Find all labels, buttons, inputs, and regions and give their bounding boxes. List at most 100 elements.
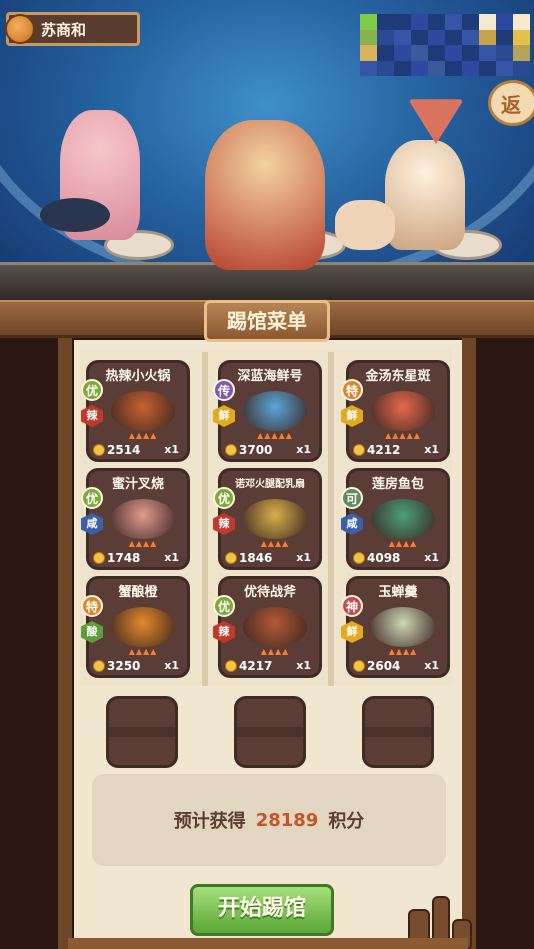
dish-image bbox=[371, 499, 435, 539]
player-name-tag[interactable]: 苏商和 bbox=[5, 12, 140, 46]
dish-image bbox=[111, 499, 175, 539]
reward-points: 28189 bbox=[255, 809, 319, 831]
coin-icon bbox=[93, 444, 105, 456]
flame-rating: ▲▲▲▲ bbox=[128, 647, 158, 656]
dish-image bbox=[111, 391, 175, 431]
dish-card[interactable]: 诺邓火腿配乳扇 ▲▲▲▲ 优辣 1846 x1 bbox=[213, 468, 322, 570]
flame-rating: ▲▲▲▲ bbox=[128, 539, 158, 548]
reward-suffix: 积分 bbox=[328, 811, 365, 832]
dish-price-value: 2514 bbox=[107, 443, 141, 457]
dish-card[interactable]: 莲房鱼包 ▲▲▲▲ 可咸 4098 x1 bbox=[341, 468, 450, 570]
wood-beam-bottom bbox=[68, 938, 468, 949]
dish-slot-1[interactable] bbox=[106, 696, 178, 768]
dish-name: 金汤东星斑 bbox=[365, 369, 431, 384]
dish-name: 热辣小火锅 bbox=[105, 369, 171, 384]
dish-price: 2604 bbox=[353, 659, 400, 673]
grade-badge: 特 bbox=[341, 379, 363, 401]
dish-quantity: x1 bbox=[424, 551, 439, 564]
grade-badge: 可 bbox=[341, 487, 363, 509]
dish-card[interactable]: 玉蝉羹 ▲▲▲▲ 神鲜 2604 x1 bbox=[341, 576, 450, 678]
dish-price: 4217 bbox=[225, 659, 272, 673]
dish-card[interactable]: 蟹酿橙 ▲▲▲▲ 特酸 3250 x1 bbox=[81, 576, 190, 678]
dish-slot-2[interactable] bbox=[234, 696, 306, 768]
dish-price-value: 2604 bbox=[367, 659, 401, 673]
dish-card[interactable]: 金汤东星斑 ▲▲▲▲▲ 特鲜 4212 x1 bbox=[341, 360, 450, 462]
grade-badge: 优 bbox=[213, 595, 235, 617]
dish-price: 2514 bbox=[93, 443, 140, 457]
start-challenge-button[interactable]: 开始踢馆 bbox=[190, 884, 334, 936]
dish-card[interactable]: 蜜汁叉烧 ▲▲▲▲ 优咸 1748 x1 bbox=[81, 468, 190, 570]
dish-image bbox=[243, 607, 307, 647]
dish-price: 4212 bbox=[353, 443, 400, 457]
grade-badge: 优 bbox=[81, 487, 103, 509]
coin-icon bbox=[225, 552, 237, 564]
dish-slot-3[interactable] bbox=[362, 696, 434, 768]
flame-rating: ▲▲▲▲ bbox=[388, 647, 418, 656]
dish-price-value: 1846 bbox=[239, 551, 273, 565]
coin-icon bbox=[353, 444, 365, 456]
dish-quantity: x1 bbox=[296, 551, 311, 564]
dish-price-value: 1748 bbox=[107, 551, 141, 565]
grade-badge: 优 bbox=[213, 487, 235, 509]
grade-badge: 优 bbox=[81, 379, 103, 401]
orca-pet bbox=[40, 198, 110, 232]
dish-price: 1846 bbox=[225, 551, 272, 565]
grade-badge: 传 bbox=[213, 379, 235, 401]
coin-icon bbox=[225, 660, 237, 672]
dish-price-value: 3250 bbox=[107, 659, 141, 673]
dish-price-value: 4217 bbox=[239, 659, 273, 673]
dish-quantity: x1 bbox=[424, 659, 439, 672]
grade-badge: 特 bbox=[81, 595, 103, 617]
flame-rating: ▲▲▲▲▲ bbox=[385, 431, 421, 440]
character-opera-general[interactable] bbox=[205, 120, 325, 270]
dish-price: 3700 bbox=[225, 443, 272, 457]
mosaic-censor-block bbox=[360, 14, 530, 76]
coin-icon bbox=[93, 660, 105, 672]
dish-image bbox=[371, 391, 435, 431]
dish-card[interactable]: 优待战斧 ▲▲▲▲ 优辣 4217 x1 bbox=[213, 576, 322, 678]
coin-icon bbox=[93, 552, 105, 564]
dish-price-value: 4212 bbox=[367, 443, 401, 457]
dish-quantity: x1 bbox=[164, 551, 179, 564]
column-divider bbox=[328, 352, 334, 686]
cat-pet bbox=[335, 200, 395, 250]
column-divider bbox=[202, 352, 208, 686]
dish-card[interactable]: 热辣小火锅 ▲▲▲▲ 优辣 2514 x1 bbox=[81, 360, 190, 462]
reward-prefix: 预计获得 bbox=[173, 811, 246, 832]
dish-image bbox=[111, 607, 175, 647]
dish-name: 莲房鱼包 bbox=[371, 477, 424, 492]
dish-card[interactable]: 深蓝海鲜号 ▲▲▲▲▲ 传鲜 3700 x1 bbox=[213, 360, 322, 462]
flame-rating: ▲▲▲▲ bbox=[128, 431, 158, 440]
dish-name: 蜜汁叉烧 bbox=[111, 477, 164, 492]
character-maid[interactable] bbox=[385, 140, 465, 250]
dish-quantity: x1 bbox=[164, 659, 179, 672]
wood-post-left bbox=[58, 338, 72, 949]
fox-avatar-icon bbox=[5, 14, 35, 44]
dish-image bbox=[371, 607, 435, 647]
dish-quantity: x1 bbox=[296, 659, 311, 672]
dish-price-value: 4098 bbox=[367, 551, 401, 565]
flame-rating: ▲▲▲▲ bbox=[260, 539, 290, 548]
dish-price: 3250 bbox=[93, 659, 140, 673]
flame-rating: ▲▲▲▲ bbox=[388, 539, 418, 548]
coin-icon bbox=[353, 552, 365, 564]
dish-name: 优待战斧 bbox=[243, 585, 296, 600]
dish-quantity: x1 bbox=[424, 443, 439, 456]
dish-name: 诺邓火腿配乳扇 bbox=[235, 479, 305, 490]
back-button[interactable]: 返 bbox=[488, 80, 534, 126]
coin-icon bbox=[353, 660, 365, 672]
reward-estimate: 预计获得 28189 积分 bbox=[92, 774, 446, 866]
board-title: 踢馆菜单 bbox=[204, 300, 330, 342]
flame-rating: ▲▲▲▲▲ bbox=[257, 431, 293, 440]
dish-image bbox=[243, 499, 307, 539]
grade-badge: 神 bbox=[341, 595, 363, 617]
dish-price: 4098 bbox=[353, 551, 400, 565]
dish-quantity: x1 bbox=[296, 443, 311, 456]
dish-name: 蟹酿橙 bbox=[118, 585, 158, 600]
dish-name: 深蓝海鲜号 bbox=[237, 369, 303, 384]
dish-price: 1748 bbox=[93, 551, 140, 565]
dish-name: 玉蝉羹 bbox=[378, 585, 418, 600]
dish-image bbox=[243, 391, 307, 431]
dish-quantity: x1 bbox=[164, 443, 179, 456]
player-name: 苏商和 bbox=[41, 20, 87, 39]
